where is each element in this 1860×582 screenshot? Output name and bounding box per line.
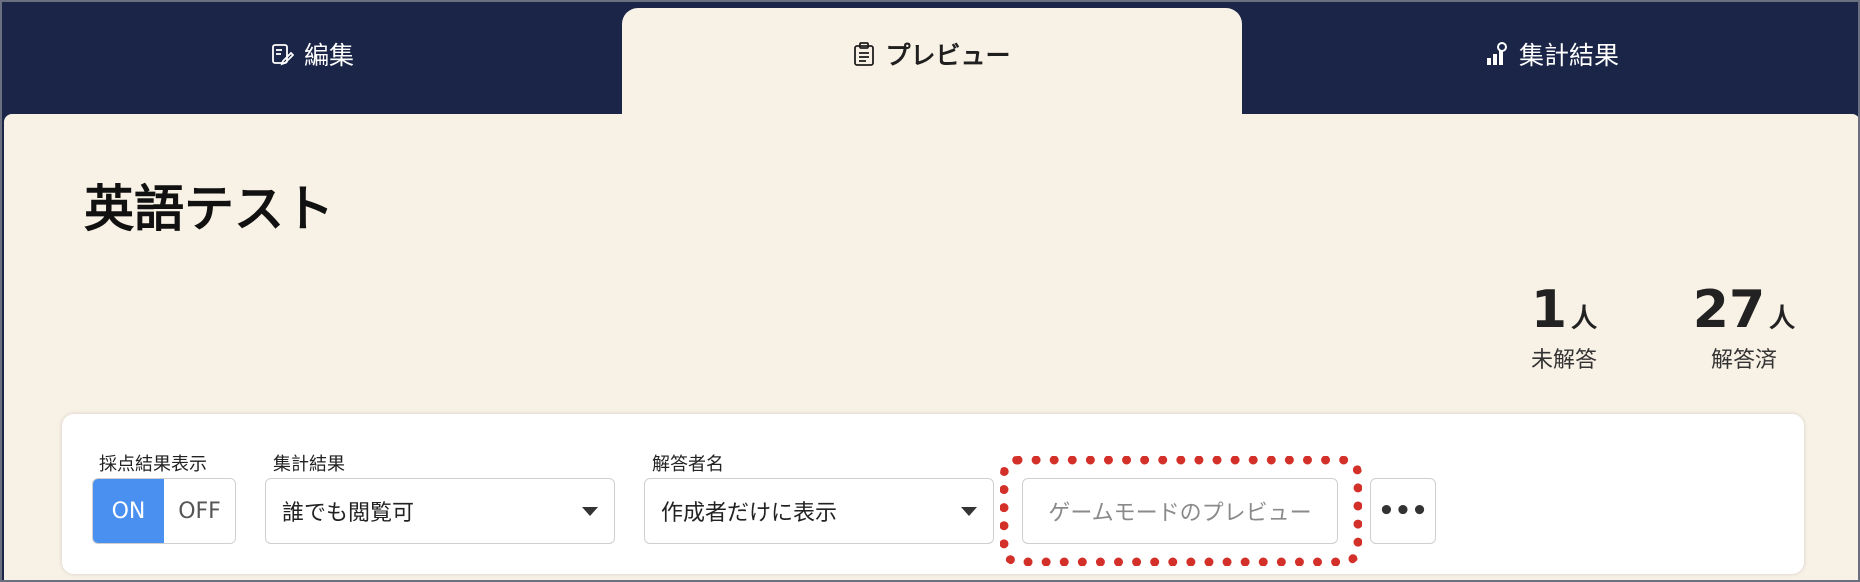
toggle-on-option[interactable]: ON: [93, 479, 164, 543]
score-display-toggle[interactable]: ON OFF: [92, 478, 236, 544]
tab-preview-label: プレビュー: [885, 41, 1011, 70]
respondent-name-value: 作成者だけに表示: [661, 501, 838, 526]
toggle-off-option[interactable]: OFF: [164, 479, 235, 543]
game-mode-preview-button[interactable]: ゲームモードのプレビュー: [1022, 478, 1338, 544]
results-visibility-value: 誰でも閲覧可: [282, 501, 415, 526]
edit-icon: [270, 42, 294, 66]
respondent-name-label: 解答者名: [652, 454, 724, 475]
tab-results-label: 集計結果: [1518, 41, 1619, 70]
unanswered-unit: 人: [1571, 304, 1598, 334]
tab-edit[interactable]: 編集: [2, 8, 622, 114]
answered-caption: 解答済: [1710, 348, 1777, 373]
clipboard-icon: [853, 42, 875, 66]
answered-count: 27: [1692, 280, 1766, 340]
results-visibility-label: 集計結果: [273, 454, 345, 475]
settings-bar: 採点結果表示 ON OFF 集計結果 誰でも閲覧可 解答者名 作成者だけに表示 …: [62, 414, 1804, 574]
app-frame: 編集 プレビュー 集計結果 英語テスト 1 人 未解答 27 人 解答済 採点結…: [0, 0, 1860, 582]
more-options-button[interactable]: •••: [1370, 478, 1436, 544]
more-icon: •••: [1378, 496, 1428, 526]
tab-preview[interactable]: プレビュー: [622, 8, 1242, 114]
unanswered-caption: 未解答: [1530, 348, 1597, 373]
stat-answered: 27 人 解答済: [1674, 284, 1814, 374]
tab-results[interactable]: 集計結果: [1242, 8, 1858, 114]
results-visibility-select[interactable]: 誰でも閲覧可: [265, 478, 615, 544]
chevron-down-icon: [961, 507, 977, 516]
answered-unit: 人: [1769, 304, 1796, 334]
page-title: 英語テスト: [84, 180, 334, 238]
unanswered-count: 1: [1530, 280, 1568, 340]
score-display-label: 採点結果表示: [99, 454, 207, 475]
stat-unanswered: 1人 未解答: [1514, 284, 1614, 374]
chevron-down-icon: [582, 507, 598, 516]
preview-panel: 英語テスト 1人 未解答 27 人 解答済 採点結果表示 ON OFF 集計結果 …: [4, 114, 1858, 580]
chart-icon: [1485, 42, 1509, 66]
respondent-name-select[interactable]: 作成者だけに表示: [644, 478, 994, 544]
tab-bar: 編集 プレビュー 集計結果: [2, 2, 1858, 114]
tab-edit-label: 編集: [303, 41, 354, 70]
